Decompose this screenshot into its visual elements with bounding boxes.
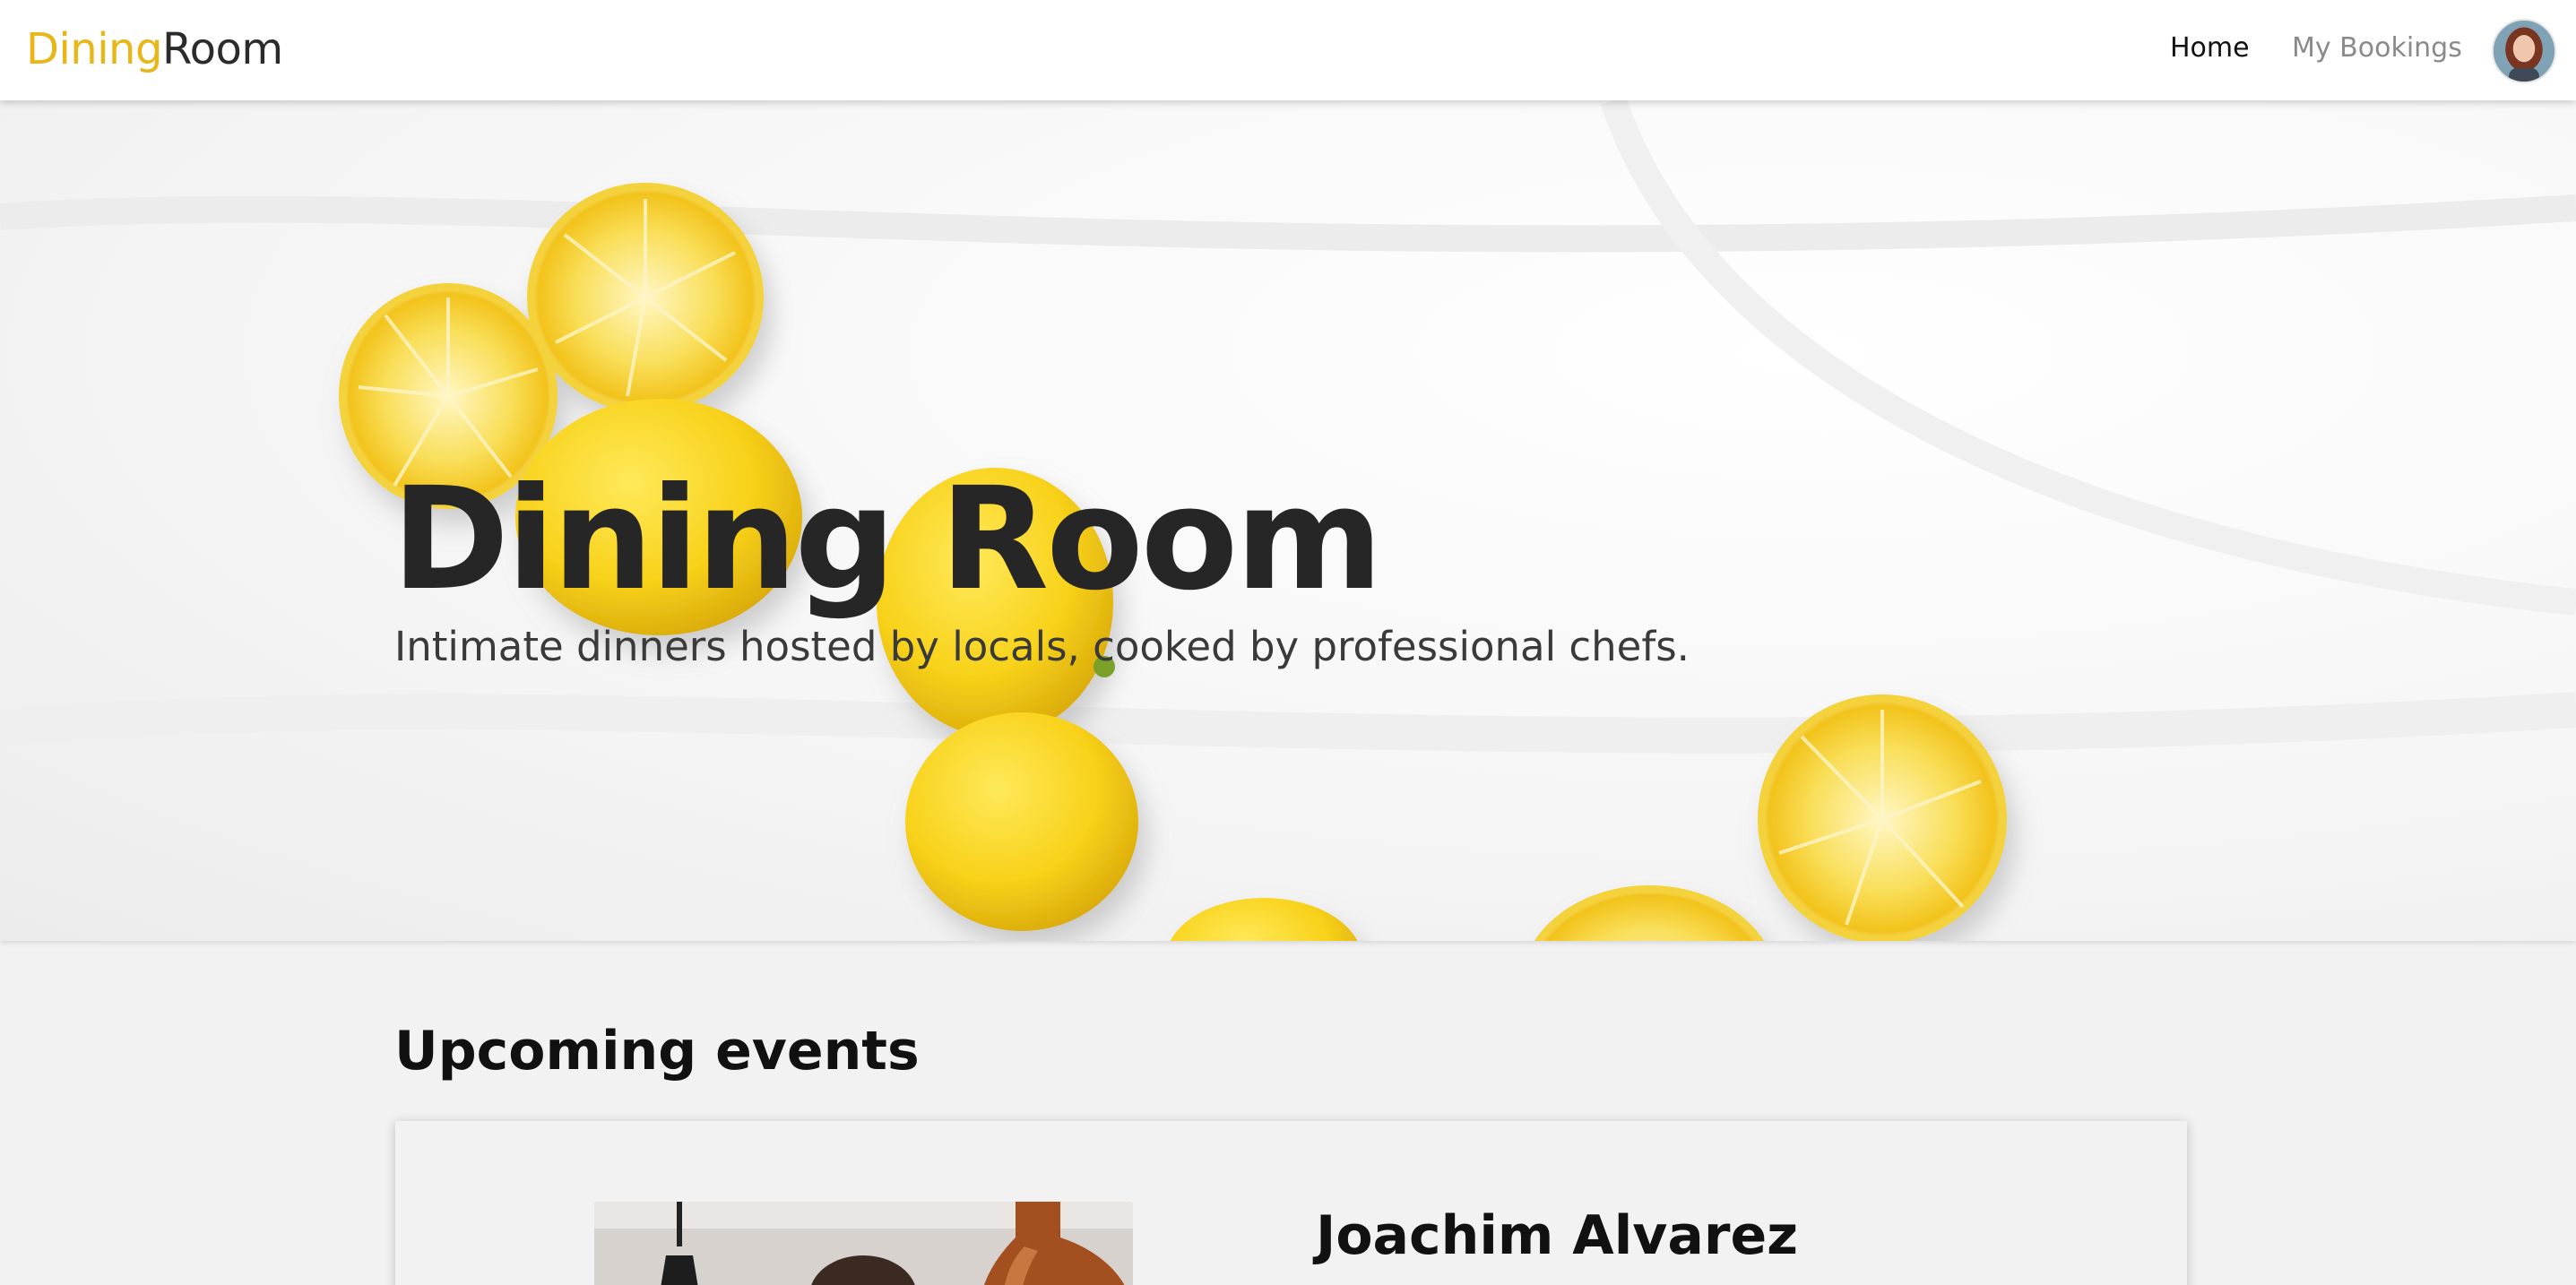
brand-logo-first: Dining [26, 24, 162, 74]
nav-link-my-bookings[interactable]: My Bookings [2292, 30, 2462, 66]
event-card[interactable]: Joachim Alvarez [395, 1121, 2187, 1285]
upcoming-events-heading: Upcoming events [394, 1020, 920, 1082]
user-avatar-icon[interactable] [2492, 19, 2556, 83]
brand-logo-second: Room [161, 24, 283, 74]
hero-banner: Dining Room Intimate dinners hosted by l… [0, 100, 2576, 941]
hero-title: Dining Room [392, 457, 1383, 622]
brand-logo[interactable]: DiningRoom [26, 23, 283, 75]
event-host-name: Joachim Alvarez [1316, 1204, 1799, 1267]
top-navbar: DiningRoom Home My Bookings [0, 0, 2576, 100]
event-chef-image[interactable] [594, 1202, 1133, 1285]
hero-subtitle: Intimate dinners hosted by locals, cooke… [394, 623, 1690, 670]
nav-link-home[interactable]: Home [2170, 30, 2250, 66]
